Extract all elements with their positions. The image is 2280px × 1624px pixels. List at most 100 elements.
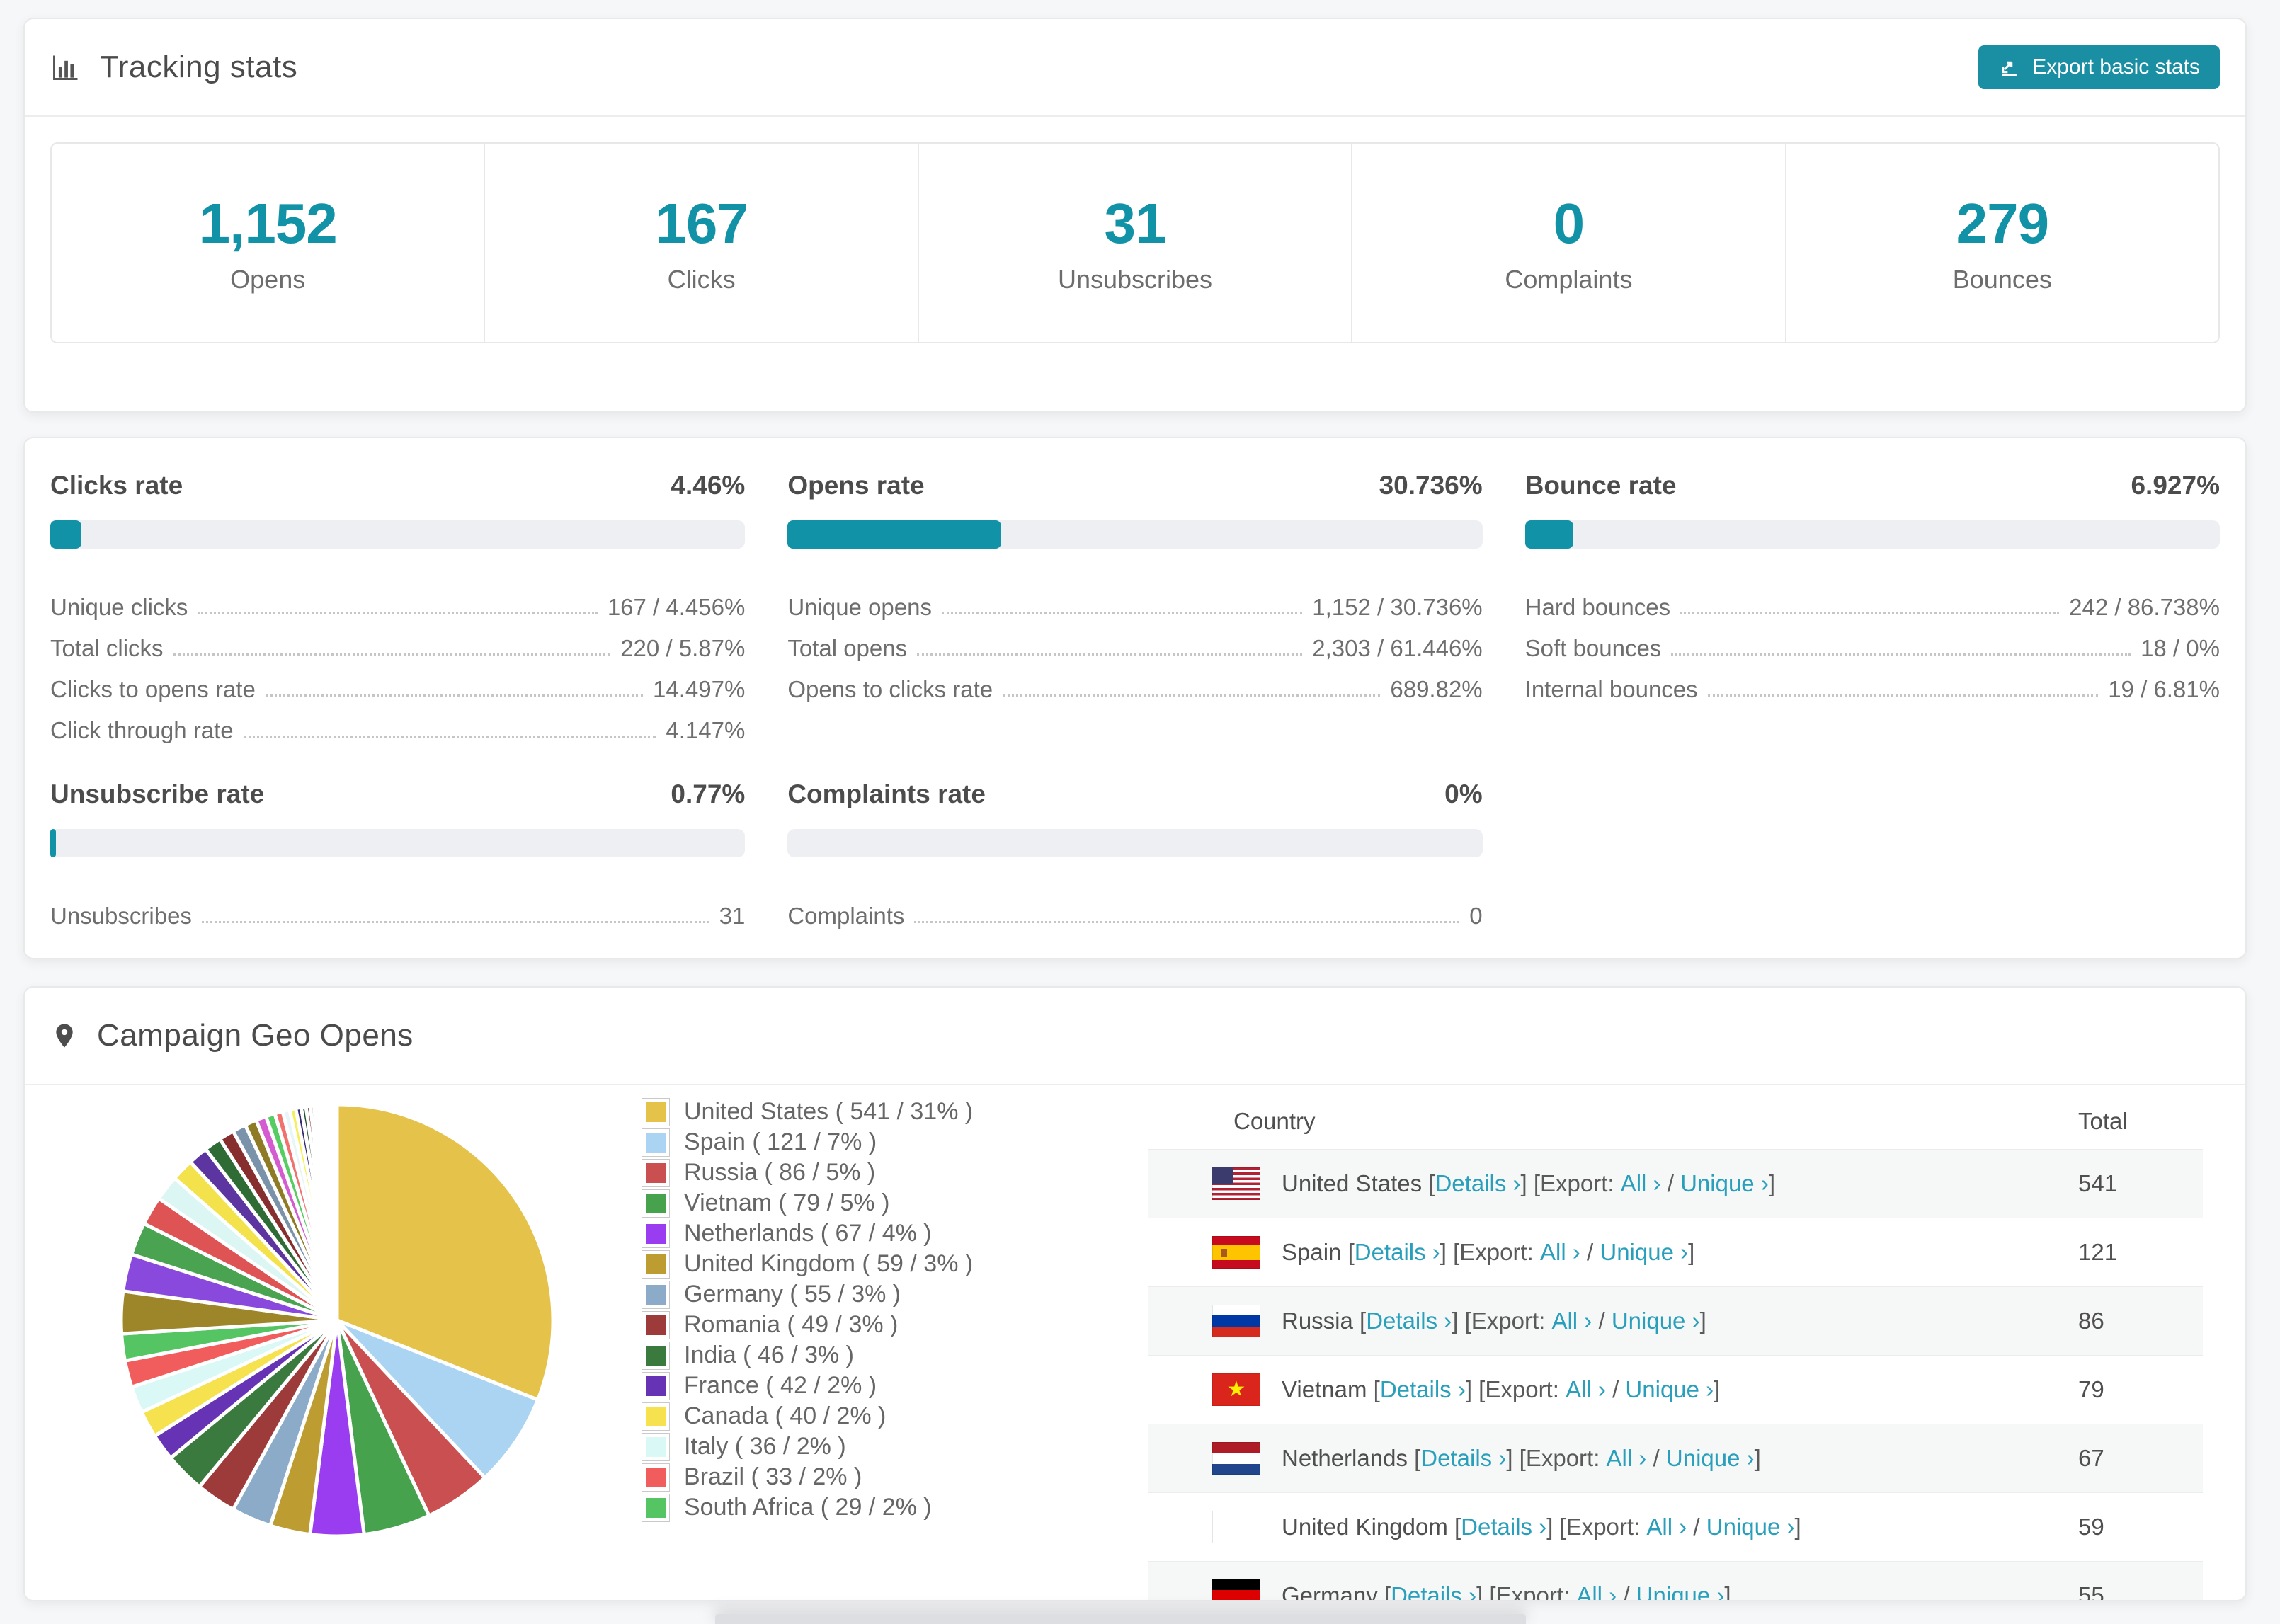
rate-row: Click through rate 4.147% — [50, 703, 745, 744]
table-row: United States [Details ›] [Export: All ›… — [1148, 1149, 2203, 1218]
stat-box: 167 Clicks — [485, 144, 919, 342]
country-cell: Spain [Details ›] [Export: All › / Uniqu… — [1212, 1236, 2078, 1269]
export-button-label: Export basic stats — [2032, 55, 2200, 79]
rate-row-label: Clicks to opens rate — [50, 676, 256, 702]
export-unique-link[interactable]: Unique › — [1706, 1514, 1795, 1540]
rate-row-label: Total opens — [787, 635, 908, 661]
export-all-link[interactable]: All › — [1646, 1514, 1687, 1540]
dotted-leader — [265, 694, 644, 697]
export-all-link[interactable]: All › — [1566, 1376, 1606, 1403]
legend-label: Russia ( 86 / 5% ) — [684, 1159, 876, 1186]
rate-row-value: 242 / 86.738% — [2069, 594, 2220, 620]
export-unique-link[interactable]: Unique › — [1680, 1170, 1769, 1197]
punctuation: ] — [1714, 1376, 1721, 1402]
punctuation: [ — [1422, 1170, 1435, 1196]
legend-swatch — [642, 1219, 670, 1248]
export-unique-link[interactable]: Unique › — [1612, 1308, 1700, 1334]
progress-bar — [50, 829, 746, 857]
legend-label: Vietnam ( 79 / 5% ) — [684, 1189, 890, 1216]
country-name: United Kingdom — [1282, 1514, 1448, 1540]
export-all-link[interactable]: All › — [1540, 1239, 1580, 1266]
details-link[interactable]: Details › — [1435, 1170, 1520, 1197]
export-all-link[interactable]: All › — [1551, 1308, 1592, 1334]
legend-item: United Kingdom ( 59 / 3% ) — [642, 1249, 973, 1279]
export-all-link[interactable]: All › — [1607, 1445, 1647, 1472]
export-all-link[interactable]: All › — [1621, 1170, 1661, 1197]
rate-row: Total clicks 220 / 5.87% — [50, 621, 745, 662]
dotted-leader — [917, 653, 1303, 656]
geo-title: Campaign Geo Opens — [97, 1018, 414, 1053]
export-all-link[interactable]: All › — [1576, 1582, 1617, 1600]
legend-swatch — [642, 1128, 670, 1157]
legend-label: Brazil ( 33 / 2% ) — [684, 1463, 862, 1490]
country-cell: United States [Details ›] [Export: All ›… — [1212, 1167, 2078, 1200]
details-link[interactable]: Details › — [1420, 1445, 1506, 1472]
punctuation: [ — [1447, 1514, 1461, 1540]
rate-section: Clicks rate 4.46% Unique clicks 167 / 4.456… — [50, 471, 746, 744]
legend-item: Brazil ( 33 / 2% ) — [642, 1462, 973, 1492]
details-link[interactable]: Details › — [1391, 1582, 1476, 1600]
rate-row-label: Opens to clicks rate — [787, 676, 993, 702]
dotted-leader — [1671, 653, 2131, 656]
stat-box: 1,152 Opens — [52, 144, 486, 342]
rate-row-value: 167 / 4.456% — [607, 594, 746, 620]
geo-content: United States ( 541 / 31% ) Spain ( 121 /… — [25, 1085, 2245, 1601]
rate-grid: Clicks rate 4.46% Unique clicks 167 / 4.456… — [25, 438, 2245, 930]
rate-row-value: 18 / 0% — [2141, 635, 2220, 661]
legend-label: Netherlands ( 67 / 4% ) — [684, 1220, 932, 1247]
progress-bar — [787, 829, 1483, 857]
rate-value: 0% — [1444, 779, 1483, 808]
legend-swatch — [642, 1280, 670, 1309]
dotted-leader — [198, 612, 598, 614]
table-row: Netherlands [Details ›] [Export: All › /… — [1148, 1424, 2203, 1492]
export-unique-link[interactable]: Unique › — [1636, 1582, 1725, 1600]
rate-row-value: 689.82% — [1390, 676, 1483, 702]
stat-label: Bounces — [1952, 265, 2052, 294]
country-name: Russia — [1282, 1308, 1353, 1334]
total-cell: 67 — [2078, 1445, 2104, 1471]
country-column-header: Country — [1233, 1108, 1316, 1134]
progress-bar — [787, 520, 1483, 549]
punctuation: ] [Export: — [1506, 1445, 1607, 1471]
campaign-geo-opens-card: Campaign Geo Opens United States ( 541 /… — [23, 986, 2247, 1601]
rate-row-label: Internal bounces — [1524, 676, 1698, 702]
rate-row-label: Complaints — [787, 903, 905, 929]
rate-row-label: Soft bounces — [1524, 635, 1662, 661]
progress-bar-fill — [1524, 520, 1573, 549]
rate-row-value: 31 — [719, 903, 746, 929]
punctuation: / — [1687, 1514, 1706, 1540]
punctuation: [ — [1377, 1582, 1391, 1601]
stat-value: 279 — [1956, 192, 2049, 255]
rate-title: Unsubscribe rate — [50, 779, 265, 808]
rate-section-head: Unsubscribe rate 0.77% — [50, 779, 745, 809]
details-link[interactable]: Details › — [1355, 1239, 1440, 1266]
legend-item: Spain ( 121 / 7% ) — [642, 1127, 973, 1157]
summary-stat-boxes: 1,152 Opens 167 Clicks 31 Unsubscribes 0 Compla… — [50, 142, 2220, 343]
details-link[interactable]: Details › — [1366, 1308, 1452, 1334]
export-unique-link[interactable]: Unique › — [1625, 1376, 1714, 1403]
rate-row: Unsubscribes 31 — [50, 888, 745, 930]
export-unique-link[interactable]: Unique › — [1666, 1445, 1755, 1472]
rate-section-head: Opens rate 30.736% — [787, 471, 1482, 501]
details-link[interactable]: Details › — [1461, 1514, 1546, 1540]
punctuation: ] — [1794, 1514, 1801, 1540]
legend-item: Russia ( 86 / 5% ) — [642, 1157, 973, 1188]
rate-section-head: Complaints rate 0% — [787, 779, 1482, 809]
export-unique-link[interactable]: Unique › — [1600, 1239, 1688, 1266]
total-cell: 86 — [2078, 1308, 2104, 1334]
geo-legend: United States ( 541 / 31% ) Spain ( 121 /… — [642, 1097, 973, 1523]
us-flag-icon — [1212, 1167, 1260, 1200]
rate-section: Opens rate 30.736% Unique opens 1,152 / 30.… — [787, 471, 1483, 744]
legend-swatch — [642, 1097, 670, 1126]
bar-chart-icon — [50, 52, 81, 83]
rate-row-value: 2,303 / 61.446% — [1312, 635, 1483, 661]
dotted-leader — [243, 736, 656, 738]
rate-row: Soft bounces 18 / 0% — [1525, 621, 2220, 662]
export-basic-stats-button[interactable]: Export basic stats — [1978, 45, 2220, 89]
punctuation: ] — [1699, 1308, 1706, 1334]
legend-swatch — [642, 1189, 670, 1218]
rate-row: Unique clicks 167 / 4.456% — [50, 580, 745, 621]
country-name: Germany — [1282, 1582, 1378, 1601]
details-link[interactable]: Details › — [1380, 1376, 1466, 1403]
stat-label: Clicks — [667, 265, 736, 294]
